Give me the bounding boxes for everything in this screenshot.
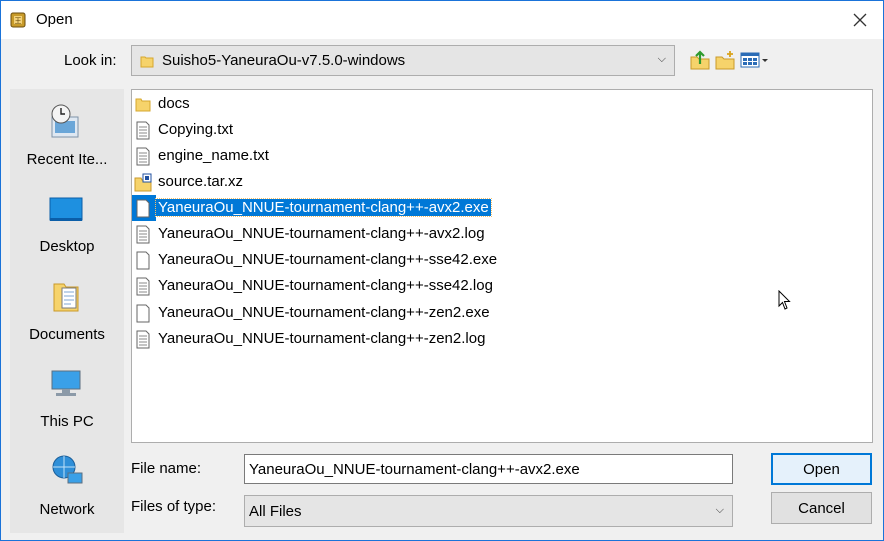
chevron-down-icon: ⌵: [715, 504, 724, 516]
file-list[interactable]: docs Copying.txt engine_name.txt source.…: [131, 89, 873, 443]
exe-file-icon: [136, 251, 150, 270]
svg-text:王: 王: [15, 17, 22, 25]
text-file-icon: [136, 121, 150, 140]
file-type-value: All Files: [249, 503, 302, 520]
file-type-label: Files of type:: [131, 498, 217, 515]
folder-icon: [140, 56, 154, 68]
file-name: YaneuraOu_NNUE-tournament-clang++-avx2.l…: [158, 225, 485, 242]
recent-items-icon: [51, 104, 79, 138]
exe-file-icon: [136, 304, 150, 323]
text-file-icon: [136, 225, 150, 244]
file-name: YaneuraOu_NNUE-tournament-clang++-sse42.…: [158, 251, 498, 268]
app-icon: 王: [10, 12, 26, 28]
folder-icon: [135, 98, 151, 112]
archive-icon: [134, 173, 152, 192]
look-in-value: Suisho5-YaneuraOu-v7.5.0-windows: [162, 52, 406, 69]
desktop-icon: [49, 197, 83, 221]
open-dialog: 王 Open Look in: Suisho5-YaneuraOu-v7.5.0…: [0, 0, 884, 541]
close-button[interactable]: [837, 1, 883, 39]
file-type-dropdown[interactable]: All Files ⌵: [244, 495, 733, 527]
up-one-level-button[interactable]: [689, 49, 713, 73]
file-name: docs: [158, 95, 190, 112]
view-menu-button[interactable]: [740, 49, 770, 73]
file-name: YaneuraOu_NNUE-tournament-clang++-zen2.l…: [158, 330, 486, 347]
places-bar: Recent Ite... Desktop Documents This PC …: [10, 89, 124, 533]
network-icon: [52, 455, 83, 484]
cancel-button[interactable]: Cancel: [771, 492, 872, 524]
close-icon: [853, 13, 867, 27]
place-label: Documents: [29, 326, 105, 343]
view-menu-icon: [740, 52, 768, 68]
place-documents[interactable]: Documents: [10, 270, 124, 354]
place-this-pc[interactable]: This PC: [10, 357, 124, 441]
place-desktop[interactable]: Desktop: [10, 182, 124, 266]
text-file-icon: [136, 277, 150, 296]
place-network[interactable]: Network: [10, 445, 124, 529]
file-name-label: File name:: [131, 460, 202, 477]
title-bar: 王 Open: [1, 1, 883, 39]
look-in-dropdown[interactable]: Suisho5-YaneuraOu-v7.5.0-windows ⌵: [131, 45, 675, 76]
place-label: Recent Ite...: [26, 151, 108, 168]
new-folder-icon: [715, 51, 735, 70]
this-pc-icon: [51, 370, 81, 396]
text-file-icon: [136, 330, 150, 349]
place-label: Desktop: [39, 238, 95, 255]
file-name: source.tar.xz: [158, 173, 244, 190]
text-file-icon: [136, 147, 150, 166]
open-button[interactable]: Open: [771, 453, 872, 485]
documents-icon: [53, 283, 79, 312]
file-name: YaneuraOu_NNUE-tournament-clang++-sse42.…: [158, 277, 493, 294]
file-name: YaneuraOu_NNUE-tournament-clang++-zen2.e…: [158, 304, 490, 321]
chevron-down-icon: ⌵: [657, 53, 666, 65]
place-recent-items[interactable]: Recent Ite...: [10, 95, 124, 179]
new-folder-button[interactable]: [714, 49, 738, 73]
place-label: This PC: [40, 413, 94, 430]
file-name: Copying.txt: [158, 121, 234, 138]
place-label: Network: [39, 501, 95, 518]
file-name: YaneuraOu_NNUE-tournament-clang++-avx2.e…: [155, 198, 492, 217]
look-in-label: Look in:: [64, 52, 117, 69]
file-name-input[interactable]: [244, 454, 733, 484]
window-title: Open: [36, 11, 73, 28]
exe-file-icon: [136, 199, 150, 218]
mouse-pointer-icon: [778, 290, 791, 310]
up-one-level-icon: [690, 50, 710, 70]
file-name: engine_name.txt: [158, 147, 269, 164]
